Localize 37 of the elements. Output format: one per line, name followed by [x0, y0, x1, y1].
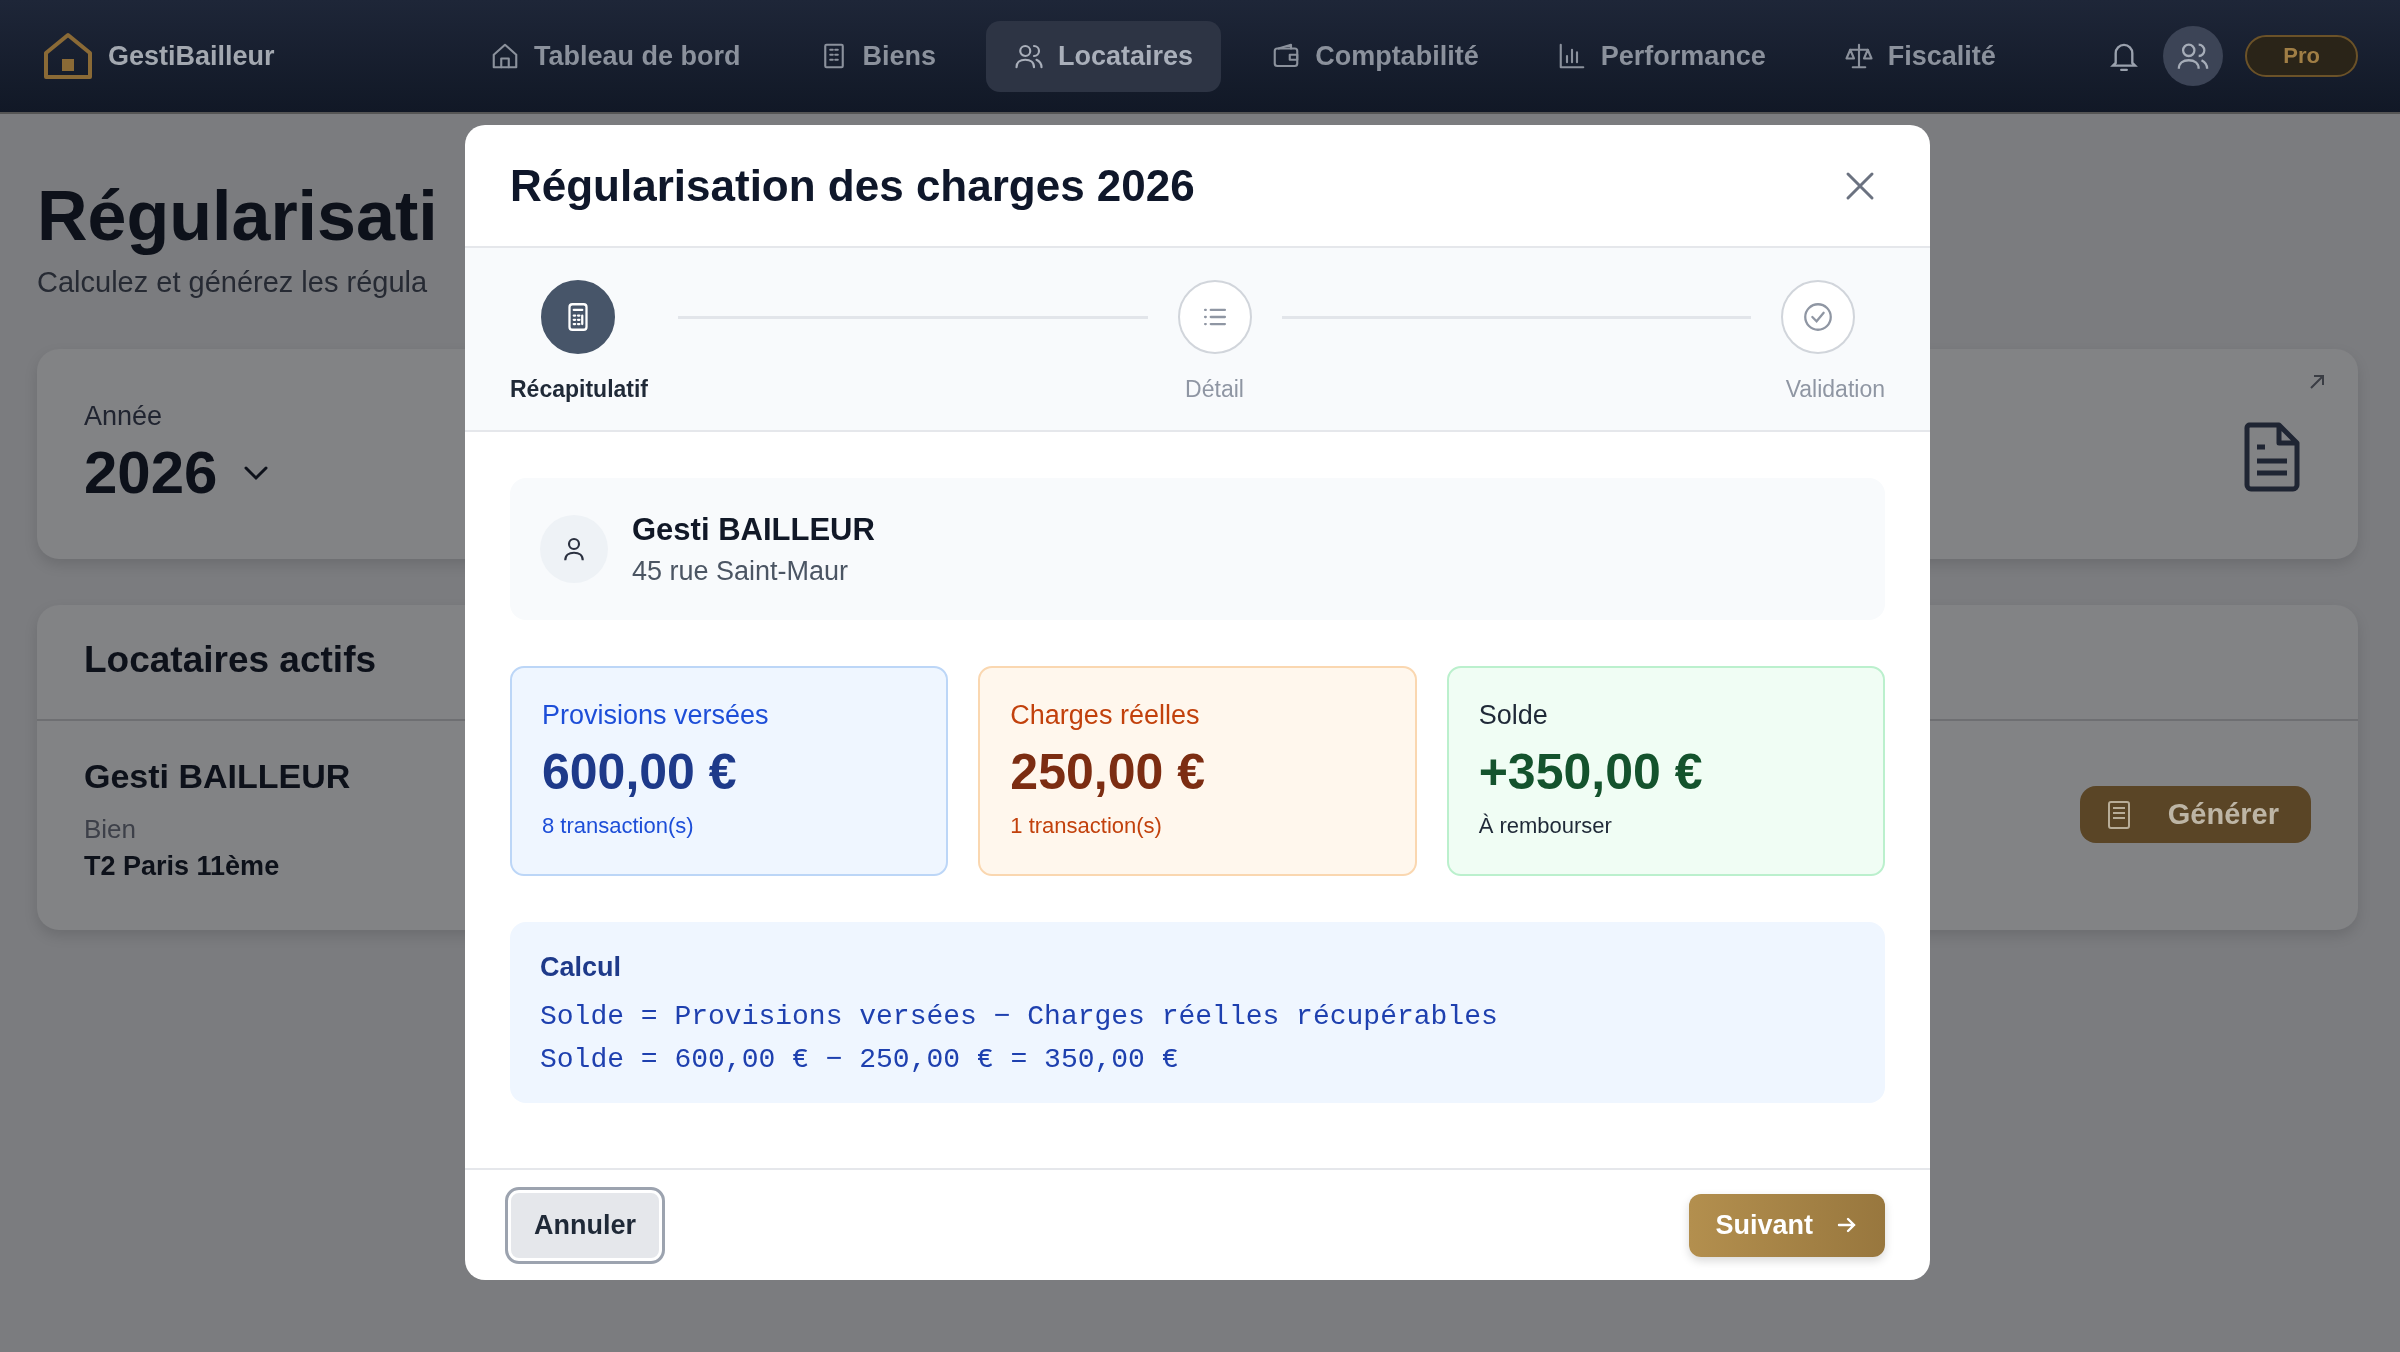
stat-value: 600,00 € [542, 743, 738, 801]
property-name: T2 Paris 11ème [84, 851, 281, 882]
brand-name: GestiBailleur [108, 40, 275, 72]
scales-icon [1843, 41, 1874, 71]
nav-tab[interactable]: Performance [1528, 20, 1794, 92]
tenant-name: Gesti BAILLEUR [84, 757, 351, 796]
stat-note: 8 transaction(s) [542, 813, 695, 839]
stat-note: 1 transaction(s) [1010, 813, 1163, 839]
house-logo-icon [42, 31, 94, 81]
page-title: Régularisati [37, 176, 438, 257]
document-icon [2241, 421, 2303, 493]
formula-line: Solde = Provisions versées − Charges réelles récupérables [540, 1001, 1499, 1032]
generate-button[interactable]: Générer [2079, 786, 2311, 843]
calculation-title: Calcul [540, 952, 623, 983]
tenant-name: Gesti BAILLEUR [632, 511, 875, 548]
nav-tab[interactable]: Biens [790, 20, 965, 92]
modal-title: Régularisation des charges 2026 [510, 160, 1195, 211]
nav-tab[interactable]: Fiscalité [1815, 20, 2024, 92]
year-select[interactable]: 2026 [84, 438, 218, 507]
property-label: Bien [84, 814, 138, 845]
step-label: Détail [1185, 376, 1244, 403]
formula-line: Solde = 600,00 € − 250,00 € = 350,00 € [540, 1044, 1180, 1075]
nav-tab[interactable]: Locataires [986, 20, 1222, 92]
step-label: Validation [1785, 376, 1885, 403]
next-button[interactable]: Suivant [1689, 1193, 1885, 1257]
step-label: Récapitulatif [510, 376, 649, 403]
nav-tab[interactable]: Tableau de bord [462, 20, 769, 92]
year-label: Année [84, 401, 164, 432]
stat-value: +350,00 € [1478, 743, 1704, 801]
page-subtitle: Calculez et générez les régula [37, 266, 428, 299]
plan-badge: Pro [2245, 35, 2358, 77]
stat-note: À rembourser [1478, 813, 1613, 839]
stat-value: 250,00 € [1010, 743, 1206, 801]
cancel-button[interactable]: Annuler [505, 1186, 665, 1264]
nav-tab[interactable]: Comptabilité [1243, 20, 1507, 92]
tenant-address: 45 rue Saint-Maur [632, 555, 850, 587]
house-icon [490, 41, 520, 71]
